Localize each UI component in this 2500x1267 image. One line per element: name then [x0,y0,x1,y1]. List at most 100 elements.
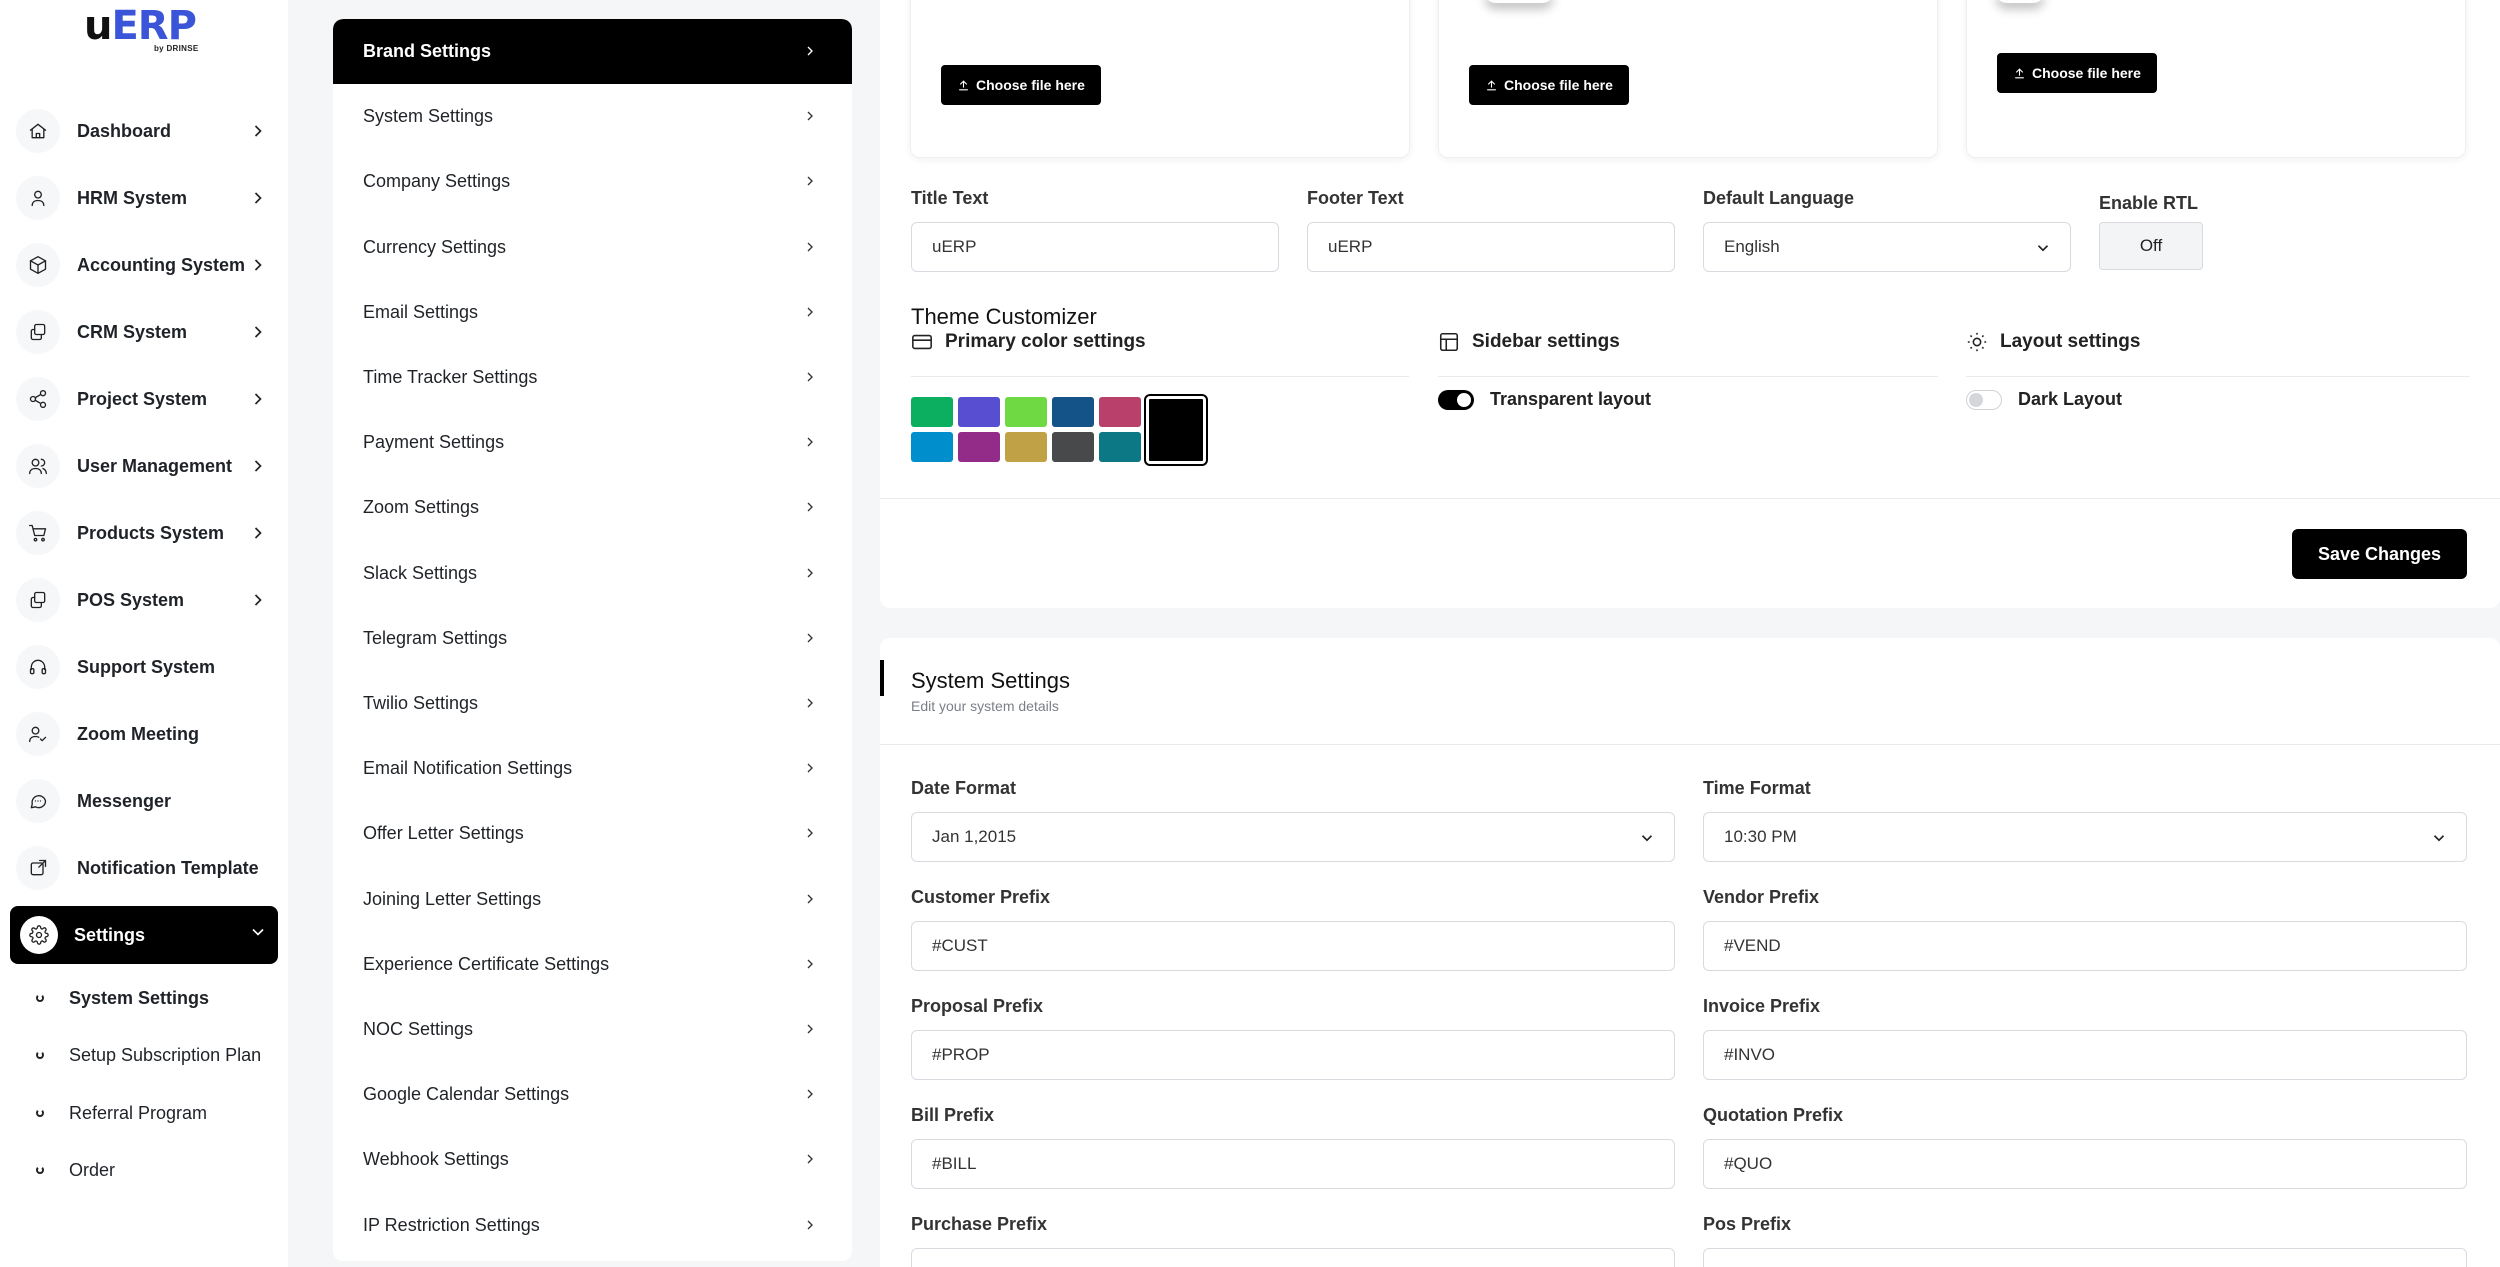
purchase-prefix-input[interactable] [911,1248,1675,1267]
sidebar-item-user-management[interactable]: User Management [16,440,278,492]
settings-menu-label: Currency Settings [363,237,507,257]
transparent-layout-toggle[interactable]: Transparent layout [1438,389,1651,410]
bullet-icon [36,1166,44,1174]
settings-menu-item-time-tracker-settings[interactable]: Time Tracker Settings [333,345,852,410]
settings-menu-item-currency-settings[interactable]: Currency Settings [333,215,852,280]
color-swatch[interactable] [1099,432,1141,462]
settings-menu-item-email-notification-settings[interactable]: Email Notification Settings [333,736,852,801]
settings-menu-item-system-settings[interactable]: System Settings [333,84,852,149]
enable-rtl-label: Enable RTL [2099,193,2199,213]
subnav-system-settings[interactable]: System Settings [36,983,209,1013]
choose-file-button[interactable]: Choose file here [1469,65,1629,105]
settings-menu-item-webhook-settings[interactable]: Webhook Settings [333,1127,852,1192]
pos-prefix-input[interactable] [1703,1248,2467,1267]
vendor-prefix-input[interactable] [1703,921,2467,971]
sidebar-settings-heading: Sidebar settings [1438,331,1620,353]
settings-menu-label: Joining Letter Settings [363,889,542,909]
chevron-right-icon [802,630,818,646]
settings-menu-item-ip-restriction-settings[interactable]: IP Restriction Settings [333,1193,852,1258]
enable-rtl-toggle[interactable]: Off [2099,222,2203,270]
sidebar-item-hrm[interactable]: HRM System [16,172,278,224]
settings-menu-item-experience-certificate-settings[interactable]: Experience Certificate Settings [333,932,852,997]
subnav-subscription-plan[interactable]: Setup Subscription Plan [36,1040,261,1070]
settings-menu-item-telegram-settings[interactable]: Telegram Settings [333,606,852,671]
settings-menu-label: Company Settings [363,171,511,191]
bill-prefix-input[interactable] [911,1139,1675,1189]
purchase-prefix-label: Purchase Prefix [911,1214,1048,1234]
settings-menu-item-brand-settings[interactable]: Brand Settings [333,19,852,84]
color-swatch[interactable] [911,397,953,427]
sidebar-item-accounting[interactable]: Accounting System [16,239,278,291]
subnav-label: Order [69,1159,116,1180]
sidebar-item-project[interactable]: Project System [16,373,278,425]
color-swatch[interactable] [1052,397,1094,427]
choose-file-button[interactable]: Choose file here [1997,53,2157,93]
chevron-right-icon [802,1086,818,1102]
sidebar-item-settings[interactable]: Settings [10,906,278,964]
settings-menu-item-payment-settings[interactable]: Payment Settings [333,410,852,475]
color-swatch-selected[interactable] [1146,396,1206,464]
sidebar-item-crm[interactable]: CRM System [16,306,278,358]
settings-menu-item-joining-letter-settings[interactable]: Joining Letter Settings [333,867,852,932]
subnav-referral-program[interactable]: Referral Program [36,1098,207,1128]
subnav-order[interactable]: Order [36,1155,115,1185]
sidebar-item-label: Project System [77,388,208,409]
sidebar-item-label: POS System [77,589,185,610]
customer-prefix-input[interactable] [911,921,1675,971]
settings-menu-label: IP Restriction Settings [363,1215,540,1235]
time-format-label: Time Format [1703,778,1811,798]
color-swatch[interactable] [1099,397,1141,427]
color-swatch[interactable] [958,397,1000,427]
divider [880,744,2500,745]
app-logo[interactable]: uERP by DRINSE [84,6,214,56]
logo-preview [1484,0,1554,3]
brand-settings-card: Choose file here Choose file here Choose… [880,0,2500,608]
section-accent [880,660,884,696]
color-swatch[interactable] [958,432,1000,462]
proposal-prefix-input[interactable] [911,1030,1675,1080]
sidebar-item-dashboard[interactable]: Dashboard [16,105,278,157]
sidebar-item-notification-template[interactable]: Notification Template [16,842,278,894]
time-format-select[interactable]: 10:30 PM [1703,812,2467,862]
sidebar-item-zoom-meeting[interactable]: Zoom Meeting [16,708,278,760]
sidebar-item-support[interactable]: Support System [16,641,278,693]
bill-prefix-label: Bill Prefix [911,1105,995,1125]
chevron-right-icon [802,434,818,450]
save-changes-button[interactable]: Save Changes [2291,529,2467,579]
sidebar-item-label: Messenger [77,790,172,811]
dark-layout-label: Dark Layout [2018,389,2123,409]
bullet-icon [36,1109,44,1117]
settings-menu-label: Experience Certificate Settings [363,954,610,974]
settings-menu-item-slack-settings[interactable]: Slack Settings [333,541,852,606]
title-text-input[interactable] [911,222,1279,272]
date-format-label: Date Format [911,778,1017,798]
settings-menu-item-zoom-settings[interactable]: Zoom Settings [333,475,852,540]
dark-layout-toggle[interactable]: Dark Layout [1966,389,2122,410]
settings-menu-item-email-settings[interactable]: Email Settings [333,280,852,345]
invoice-prefix-input[interactable] [1703,1030,2467,1080]
chevron-right-icon [248,456,268,476]
color-swatch[interactable] [1052,432,1094,462]
sidebar-item-products[interactable]: Products System [16,507,278,559]
settings-menu-item-noc-settings[interactable]: NOC Settings [333,997,852,1062]
subnav-label: System Settings [69,987,210,1008]
bullet-icon [36,1051,44,1059]
quotation-prefix-input[interactable] [1703,1139,2467,1189]
settings-menu-item-company-settings[interactable]: Company Settings [333,149,852,214]
choose-file-button[interactable]: Choose file here [941,65,1101,105]
default-language-select[interactable]: English [1703,222,2071,272]
color-swatch[interactable] [1005,397,1047,427]
sidebar-item-pos[interactable]: POS System [16,574,278,626]
sidebar-item-label: HRM System [77,187,188,208]
settings-menu-item-offer-letter-settings[interactable]: Offer Letter Settings [333,801,852,866]
layers-icon [16,578,60,622]
color-swatch[interactable] [911,432,953,462]
color-swatch[interactable] [1005,432,1047,462]
settings-menu-item-twilio-settings[interactable]: Twilio Settings [333,671,852,736]
sidebar-item-messenger[interactable]: Messenger [16,775,278,827]
sidebar-settings-heading-label: Sidebar settings [1472,331,1620,352]
date-format-select[interactable]: Jan 1,2015 [911,812,1675,862]
chevron-right-icon [802,239,818,255]
footer-text-input[interactable] [1307,222,1675,272]
settings-menu-item-google-calendar-settings[interactable]: Google Calendar Settings [333,1062,852,1127]
